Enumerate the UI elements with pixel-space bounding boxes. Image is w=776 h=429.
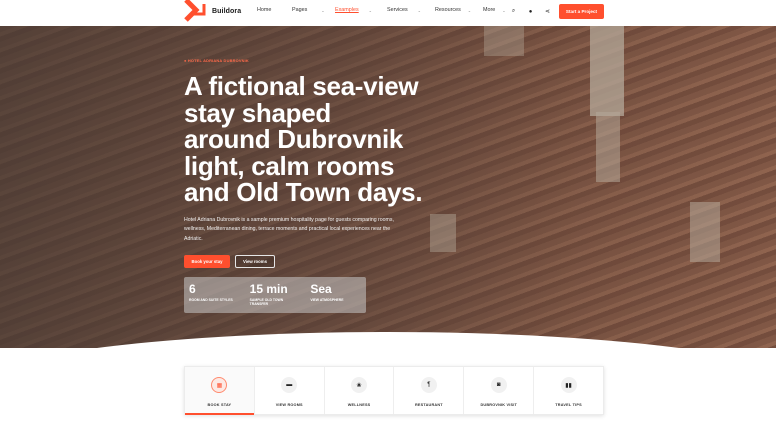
bed-icon: ▬ — [281, 377, 298, 393]
nav-icon-group: ⌕ ● ⋖ — [507, 5, 554, 18]
stat-value: 6 — [189, 281, 196, 296]
tab-label: RESTAURANT — [414, 403, 443, 407]
lotus-icon: ❀ — [351, 377, 368, 393]
tab-restaurant[interactable]: ¶ RESTAURANT — [394, 367, 465, 414]
tab-label: VIEW ROOMS — [275, 403, 303, 407]
hero-headline: A fictional sea-view stay shaped around … — [184, 71, 423, 207]
calendar-icon: ▦ — [211, 377, 228, 393]
stat-item: 15 min SAMPLE OLD TOWN TRANSFER — [245, 277, 306, 313]
tab-wellness[interactable]: ❀ WELLNESS — [325, 367, 395, 414]
stat-item: Sea VIEW ATMOSPHERE — [305, 277, 366, 313]
book-icon: ▮▮ — [560, 377, 577, 393]
stat-item: 6 ROOM AND SUITE STYLES — [184, 277, 245, 313]
tab-label: WELLNESS — [347, 403, 371, 407]
logo-icon — [184, 0, 206, 22]
camera-icon: ◙ — [490, 377, 507, 393]
tab-label: TRAVEL TIPS — [555, 403, 582, 407]
chimney-shape — [430, 214, 456, 252]
book-your-stay-button[interactable]: Book your stay — [184, 254, 230, 268]
building-shape — [484, 26, 524, 56]
tab-view-rooms[interactable]: ▬ VIEW ROOMS — [255, 367, 325, 414]
chevron-down-icon: ⌄ — [368, 7, 373, 13]
stat-value: 15 min — [249, 281, 288, 296]
nav-item-pages[interactable]: Pages ⌄ — [292, 7, 329, 13]
nav-item-label: Home — [257, 7, 272, 13]
user-icon[interactable]: ● — [524, 5, 537, 18]
chevron-down-icon: ⌄ — [417, 7, 422, 13]
nav-item-resources[interactable]: Resources ⌄ — [435, 7, 479, 13]
nav-item-label: Examples — [335, 7, 359, 13]
nav-item-label: Resources — [435, 7, 461, 13]
nav-item-label: Pages — [292, 7, 308, 13]
chevron-down-icon: ⌄ — [321, 7, 325, 13]
stat-label: ROOM AND SUITE STYLES — [189, 297, 233, 302]
tab-label: DUBROVNIK VISIT — [480, 403, 517, 407]
share-icon[interactable]: ⋖ — [541, 5, 554, 18]
main-menu: Home Pages ⌄ Examples ⌄ Services ⌄ Resource… — [257, 7, 513, 13]
chevron-down-icon: ⌄ — [467, 7, 472, 13]
nav-item-home[interactable]: Home — [257, 7, 292, 13]
hero-eyebrow: ● HOTEL ADRIANA DUBROVNIK — [184, 58, 249, 63]
nav-item-examples[interactable]: Examples ⌄ — [335, 7, 379, 13]
start-project-button[interactable]: Start a Project — [559, 4, 604, 19]
hero-description: Hotel Adriana Dubrovnik is a sample prem… — [184, 216, 394, 243]
chimney-shape — [690, 202, 720, 262]
nav-item-label: More — [483, 7, 496, 13]
bell-tower-shape — [590, 26, 624, 116]
tab-dubrovnik-visit[interactable]: ◙ DUBROVNIK VISIT — [464, 367, 535, 414]
top-navbar: Buildora Home Pages ⌄ Examples ⌄ Services ⌄… — [0, 0, 776, 26]
hero-content: ● HOTEL ADRIANA DUBROVNIK A fictional se… — [184, 58, 424, 313]
logo[interactable]: Buildora — [184, 0, 241, 22]
hero-section: ● HOTEL ADRIANA DUBROVNIK A fictional se… — [0, 26, 776, 348]
view-rooms-button[interactable]: View rooms — [235, 254, 275, 268]
cutlery-icon: ¶ — [420, 377, 437, 393]
tab-travel-tips[interactable]: ▮▮ TRAVEL TIPS — [534, 367, 603, 414]
chimney-shape — [596, 112, 620, 182]
logo-text: Buildora — [212, 7, 242, 15]
stat-label: VIEW ATMOSPHERE — [310, 297, 344, 302]
quick-actions-tabs: ▦ BOOK STAY ▬ VIEW ROOMS ❀ WELLNESS ¶ RE… — [184, 366, 604, 415]
tab-label: BOOK STAY — [207, 403, 232, 407]
stat-value: Sea — [310, 281, 332, 296]
nav-item-services[interactable]: Services ⌄ — [387, 7, 431, 13]
search-icon[interactable]: ⌕ — [507, 5, 520, 18]
stat-label: SAMPLE OLD TOWN TRANSFER — [249, 297, 284, 307]
tab-book-stay[interactable]: ▦ BOOK STAY — [185, 367, 255, 415]
chevron-down-icon: ⌄ — [502, 7, 506, 13]
hero-buttons: Book your stay View rooms — [184, 254, 424, 268]
hero-stats-panel: 6 ROOM AND SUITE STYLES 15 min SAMPLE OL… — [184, 276, 366, 313]
nav-item-label: Services — [387, 7, 408, 13]
